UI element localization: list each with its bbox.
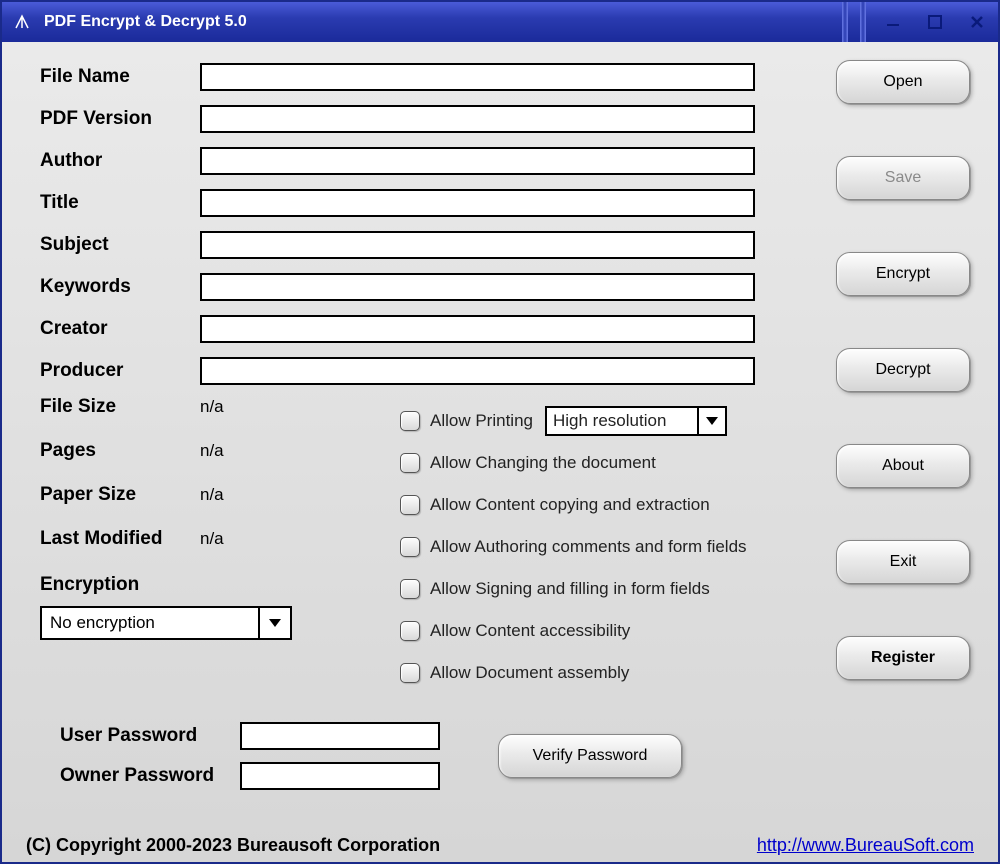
- allow-authoring-label: Allow Authoring comments and form fields: [430, 537, 747, 557]
- action-sidebar: Open Save Encrypt Decrypt About Exit Reg…: [836, 60, 970, 680]
- pages-label: Pages: [40, 440, 200, 462]
- user-password-label: User Password: [40, 725, 240, 747]
- creator-label: Creator: [40, 318, 200, 340]
- about-button[interactable]: About: [836, 444, 970, 488]
- encryption-dropdown-button[interactable]: [258, 608, 290, 638]
- creator-input[interactable]: [200, 315, 755, 343]
- title-label: Title: [40, 192, 200, 214]
- file-name-input[interactable]: [200, 63, 755, 91]
- title-input[interactable]: [200, 189, 755, 217]
- printing-resolution-dropdown-button[interactable]: [697, 408, 725, 434]
- file-name-label: File Name: [40, 66, 200, 88]
- verify-password-button[interactable]: Verify Password: [498, 734, 682, 778]
- printing-resolution-value: High resolution: [547, 408, 697, 434]
- file-size-label: File Size: [40, 396, 200, 418]
- author-label: Author: [40, 150, 200, 172]
- user-password-input[interactable]: [240, 722, 440, 750]
- allow-printing-label: Allow Printing: [430, 411, 533, 431]
- app-icon: [12, 12, 32, 32]
- chevron-down-icon: [269, 619, 281, 627]
- subject-label: Subject: [40, 234, 200, 256]
- file-size-value: n/a: [200, 397, 224, 417]
- keywords-label: Keywords: [40, 276, 200, 298]
- allow-authoring-checkbox[interactable]: [400, 537, 420, 557]
- titlebar: PDF Encrypt & Decrypt 5.0: [2, 2, 998, 42]
- titlebar-separator: [860, 2, 866, 42]
- exit-button[interactable]: Exit: [836, 540, 970, 584]
- maximize-button[interactable]: [922, 9, 948, 35]
- encryption-value: No encryption: [42, 608, 258, 638]
- allow-copying-label: Allow Content copying and extraction: [430, 495, 710, 515]
- last-modified-label: Last Modified: [40, 528, 200, 550]
- printing-resolution-dropdown[interactable]: High resolution: [545, 406, 727, 436]
- producer-input[interactable]: [200, 357, 755, 385]
- author-input[interactable]: [200, 147, 755, 175]
- owner-password-label: Owner Password: [40, 765, 240, 787]
- open-button[interactable]: Open: [836, 60, 970, 104]
- allow-printing-checkbox[interactable]: [400, 411, 420, 431]
- decrypt-button[interactable]: Decrypt: [836, 348, 970, 392]
- allow-changing-label: Allow Changing the document: [430, 453, 656, 473]
- website-link[interactable]: http://www.BureauSoft.com: [757, 835, 974, 856]
- save-button[interactable]: Save: [836, 156, 970, 200]
- pdf-version-input[interactable]: [200, 105, 755, 133]
- titlebar-separator: [842, 2, 848, 42]
- producer-label: Producer: [40, 360, 200, 382]
- encryption-label: Encryption: [40, 574, 400, 596]
- allow-assembly-label: Allow Document assembly: [430, 663, 629, 683]
- keywords-input[interactable]: [200, 273, 755, 301]
- pdf-version-label: PDF Version: [40, 108, 200, 130]
- copyright-text: (C) Copyright 2000-2023 Bureausoft Corpo…: [26, 835, 440, 856]
- allow-assembly-checkbox[interactable]: [400, 663, 420, 683]
- chevron-down-icon: [706, 417, 718, 425]
- allow-copying-checkbox[interactable]: [400, 495, 420, 515]
- paper-size-value: n/a: [200, 485, 224, 505]
- allow-accessibility-label: Allow Content accessibility: [430, 621, 630, 641]
- allow-signing-checkbox[interactable]: [400, 579, 420, 599]
- allow-accessibility-checkbox[interactable]: [400, 621, 420, 641]
- encryption-dropdown[interactable]: No encryption: [40, 606, 292, 640]
- last-modified-value: n/a: [200, 529, 224, 549]
- minimize-button[interactable]: [880, 9, 906, 35]
- allow-signing-label: Allow Signing and filling in form fields: [430, 579, 710, 599]
- app-window: PDF Encrypt & Decrypt 5.0 File Name: [0, 0, 1000, 864]
- pages-value: n/a: [200, 441, 224, 461]
- window-title: PDF Encrypt & Decrypt 5.0: [44, 13, 247, 31]
- owner-password-input[interactable]: [240, 762, 440, 790]
- client-area: File Name PDF Version Author Title Subje…: [2, 42, 998, 862]
- register-button[interactable]: Register: [836, 636, 970, 680]
- allow-changing-checkbox[interactable]: [400, 453, 420, 473]
- subject-input[interactable]: [200, 231, 755, 259]
- paper-size-label: Paper Size: [40, 484, 200, 506]
- encrypt-button[interactable]: Encrypt: [836, 252, 970, 296]
- close-button[interactable]: [964, 9, 990, 35]
